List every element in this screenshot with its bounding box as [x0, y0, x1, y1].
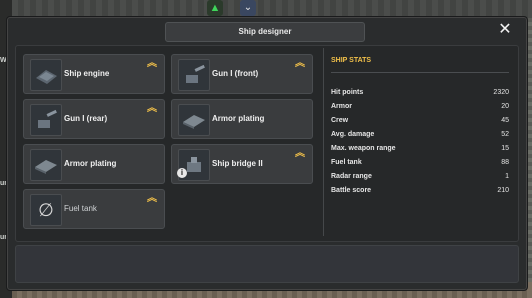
- stat-row: Armor 20: [331, 103, 509, 116]
- stat-value: 210: [497, 187, 509, 194]
- window-title: Ship designer: [165, 22, 365, 42]
- module-slot-ship-bridge[interactable]: i Ship bridge II ︽: [171, 144, 313, 184]
- module-slot-gun-front[interactable]: Gun I (front) ︽: [171, 54, 313, 94]
- stat-value: 88: [501, 159, 509, 166]
- slot-label: Ship engine: [64, 69, 110, 78]
- wifi-icon[interactable]: ▲: [207, 0, 223, 16]
- stat-label: Armor: [331, 103, 353, 110]
- upgrade-chevron-icon[interactable]: ︽: [294, 149, 306, 163]
- module-slot-armor-plating[interactable]: Armor plating: [23, 144, 165, 184]
- upgrade-chevron-icon[interactable]: ︽: [146, 104, 158, 118]
- divider: [331, 72, 509, 73]
- empty-slot-icon: ∅: [30, 194, 62, 226]
- ship-designer-window: Ship designer ✕ Ship engine ︽ Gun I (fro…: [6, 16, 528, 291]
- stat-label: Battle score: [331, 187, 372, 194]
- stat-label: Fuel tank: [331, 159, 362, 166]
- module-slot-ship-engine[interactable]: Ship engine ︽: [23, 54, 165, 94]
- divider: [323, 48, 324, 236]
- stat-row: Radar range 1: [331, 173, 509, 186]
- titlebar: Ship designer ✕: [7, 17, 527, 45]
- upgrade-chevron-icon[interactable]: ︽: [146, 194, 158, 208]
- stat-label: Crew: [331, 117, 349, 124]
- armor-icon: [30, 149, 62, 181]
- stat-value: 1: [505, 173, 509, 180]
- gun-icon: [30, 104, 62, 136]
- stat-value: 2320: [493, 89, 509, 96]
- stat-value: 52: [501, 131, 509, 138]
- designer-body: Ship engine ︽ Gun I (front) ︽ Gun I (rea…: [15, 45, 519, 242]
- stat-row: Avg. damage 52: [331, 131, 509, 144]
- info-icon[interactable]: i: [177, 168, 187, 178]
- close-icon[interactable]: ✕: [497, 22, 513, 38]
- armor-icon: [178, 104, 210, 136]
- slot-label: Armor plating: [212, 114, 265, 123]
- stat-value: 15: [501, 145, 509, 152]
- module-slot-armor-plating[interactable]: Armor plating: [171, 99, 313, 139]
- upgrade-chevron-icon[interactable]: ︽: [294, 59, 306, 73]
- stats-title: SHIP STATS: [331, 57, 372, 64]
- stat-row: Max. weapon range 15: [331, 145, 509, 158]
- stat-label: Radar range: [331, 173, 372, 180]
- upgrade-chevron-icon[interactable]: ︽: [146, 59, 158, 73]
- footer-panel: [15, 245, 519, 283]
- stat-value: 45: [501, 117, 509, 124]
- engine-icon: [30, 59, 62, 91]
- module-slot-gun-rear[interactable]: Gun I (rear) ︽: [23, 99, 165, 139]
- stat-label: Hit points: [331, 89, 364, 96]
- stat-row: Fuel tank 88: [331, 159, 509, 172]
- stat-value: 20: [501, 103, 509, 110]
- stat-label: Max. weapon range: [331, 145, 396, 152]
- slot-label: Gun I (rear): [64, 114, 108, 123]
- ship-stats-panel: SHIP STATS Hit points 2320 Armor 20 Crew…: [323, 48, 513, 238]
- chevron-down-icon[interactable]: ⌄: [240, 0, 256, 16]
- slot-label: Ship bridge II: [212, 159, 263, 168]
- module-slot-fuel-tank[interactable]: ∅ Fuel tank ︽: [23, 189, 165, 229]
- slot-label: Armor plating: [64, 159, 117, 168]
- stat-label: Avg. damage: [331, 131, 375, 138]
- slot-label: Fuel tank: [64, 204, 97, 213]
- gun-icon: [178, 59, 210, 91]
- stat-row: Battle score 210: [331, 187, 509, 200]
- slot-label: Gun I (front): [212, 69, 259, 78]
- stat-row: Crew 45: [331, 117, 509, 130]
- stat-row: Hit points 2320: [331, 89, 509, 102]
